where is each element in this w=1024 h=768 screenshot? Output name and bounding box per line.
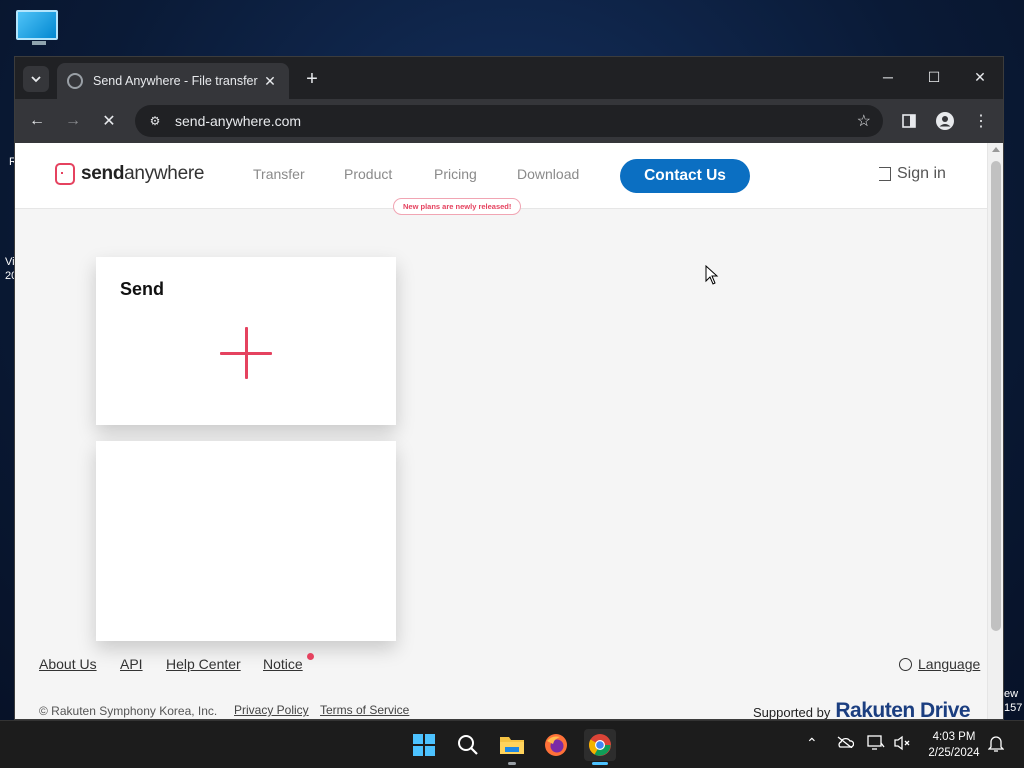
search-button[interactable]: [452, 729, 484, 761]
file-explorer-button[interactable]: [496, 729, 528, 761]
monitor-icon[interactable]: [16, 10, 62, 50]
menu-icon: ⋮: [973, 113, 989, 130]
copyright: © Rakuten Symphony Korea, Inc.: [39, 704, 218, 718]
nav-download[interactable]: Download: [517, 166, 579, 182]
footer-api[interactable]: API: [120, 656, 143, 672]
receive-card[interactable]: [96, 441, 396, 641]
tray-overflow-button[interactable]: ⌃: [806, 735, 818, 752]
maximize-icon: ☐: [927, 68, 941, 85]
address-bar[interactable]: ⚙ send-anywhere.com ☆: [135, 105, 883, 137]
notice-dot: [307, 653, 314, 660]
browser-window: Send Anywhere - File transfer ✕ + ─ ☐ ✕ …: [14, 56, 1004, 720]
tab-favicon-icon: [67, 73, 83, 89]
site-header: sendanywhere Transfer Product Pricing Do…: [15, 143, 987, 215]
sign-in-icon: [879, 167, 891, 181]
minimize-button[interactable]: ─: [865, 57, 911, 97]
back-icon: ←: [29, 112, 45, 129]
plus-icon: +: [306, 67, 318, 90]
scroll-up-arrow[interactable]: [992, 147, 1000, 152]
footer-about-us[interactable]: About Us: [39, 656, 97, 672]
terms-link[interactable]: Terms of Service: [320, 703, 409, 717]
mouse-cursor-icon: [705, 265, 719, 285]
nav-transfer[interactable]: Transfer: [253, 166, 305, 182]
close-icon[interactable]: ✕: [261, 73, 279, 90]
stop-button[interactable]: ✕: [95, 107, 123, 135]
menu-button[interactable]: ⋮: [967, 107, 995, 135]
forward-icon: →: [65, 112, 81, 129]
logo-text-light: anywhere: [124, 163, 205, 184]
url-text[interactable]: send-anywhere.com: [175, 113, 857, 129]
start-button[interactable]: [408, 729, 440, 761]
notifications-button[interactable]: [987, 735, 1005, 756]
chevron-down-icon: [31, 76, 41, 83]
new-tab-button[interactable]: +: [299, 66, 325, 92]
language-selector[interactable]: Language: [899, 656, 980, 672]
tab-search-button[interactable]: [23, 66, 49, 92]
volume-icon: [894, 735, 910, 751]
send-title: Send: [120, 279, 165, 299]
globe-icon: [899, 657, 912, 671]
volume-button[interactable]: [893, 735, 911, 754]
logo-mark-icon: [55, 163, 75, 185]
footer-notice[interactable]: Notice: [263, 656, 303, 672]
logo-text-bold: send: [81, 163, 125, 184]
nav-product[interactable]: Product: [344, 166, 392, 182]
new-plans-badge[interactable]: New plans are newly released!: [393, 198, 522, 215]
sign-in-label: Sign in: [897, 165, 946, 182]
footer-help-center[interactable]: Help Center: [166, 656, 241, 672]
minimize-icon: ─: [883, 69, 893, 85]
page-scrollbar[interactable]: [987, 143, 1003, 719]
profile-button[interactable]: [931, 107, 959, 135]
tab-strip: Send Anywhere - File transfer ✕ + ─ ☐ ✕: [15, 57, 1003, 99]
stop-icon: ✕: [102, 113, 116, 130]
notification-icon: [987, 736, 1005, 752]
firefox-icon: [545, 734, 567, 756]
windows-icon: [413, 734, 435, 756]
tab-title: Send Anywhere - File transfer: [93, 74, 258, 88]
supported-by-label: Supported by: [753, 705, 831, 720]
star-icon[interactable]: ☆: [857, 111, 871, 131]
profile-icon: [936, 112, 954, 130]
privacy-policy-link[interactable]: Privacy Policy: [234, 703, 309, 717]
page-viewport: sendanywhere Transfer Product Pricing Do…: [15, 143, 1003, 720]
onedrive-icon: [837, 736, 855, 749]
desktop-edge-text: ew: [1004, 688, 1019, 700]
rakuten-drive-logo: Rakuten Drive: [835, 699, 971, 720]
send-anywhere-logo[interactable]: sendanywhere: [55, 163, 204, 185]
chrome-icon: [589, 734, 611, 756]
nav-pricing[interactable]: Pricing: [434, 166, 477, 182]
clock[interactable]: 4:03 PM 2/25/2024: [918, 729, 990, 761]
onedrive-button[interactable]: [836, 735, 855, 751]
network-button[interactable]: [867, 735, 885, 754]
language-label: Language: [918, 656, 981, 672]
contact-us-button[interactable]: Contact Us: [620, 159, 750, 193]
taskbar: ⌃ 4:03 PM 2/25/2024: [0, 720, 1024, 768]
clock-time: 4:03 PM: [932, 731, 976, 743]
supported-by[interactable]: Supported by Rakuten Drive: [753, 699, 971, 720]
search-icon: [458, 735, 478, 755]
chrome-button[interactable]: [584, 729, 616, 761]
network-icon: [867, 735, 885, 750]
forward-button[interactable]: →: [59, 107, 87, 135]
folder-icon: [500, 737, 524, 754]
firefox-button[interactable]: [540, 729, 572, 761]
clock-date: 2/25/2024: [928, 747, 980, 759]
back-button[interactable]: ←: [23, 107, 51, 135]
desktop-edge-text: 157: [1004, 702, 1023, 714]
running-indicator: [508, 762, 516, 765]
close-icon: ✕: [974, 68, 986, 85]
send-card[interactable]: Send: [96, 257, 396, 425]
plus-icon[interactable]: [220, 327, 272, 379]
sign-in-button[interactable]: Sign in: [879, 165, 946, 183]
sidebar-icon: [902, 114, 916, 128]
close-window-button[interactable]: ✕: [957, 57, 1003, 97]
sidebar-button[interactable]: [895, 107, 923, 135]
scrollbar-thumb[interactable]: [991, 161, 1001, 631]
maximize-button[interactable]: ☐: [911, 57, 957, 97]
chevron-up-icon: ⌃: [806, 735, 818, 751]
browser-toolbar: ← → ✕ ⚙ send-anywhere.com ☆ ⋮: [15, 99, 1003, 143]
active-indicator: [592, 762, 608, 765]
site-info-icon[interactable]: ⚙: [147, 113, 163, 129]
browser-tab[interactable]: Send Anywhere - File transfer ✕: [57, 63, 289, 99]
